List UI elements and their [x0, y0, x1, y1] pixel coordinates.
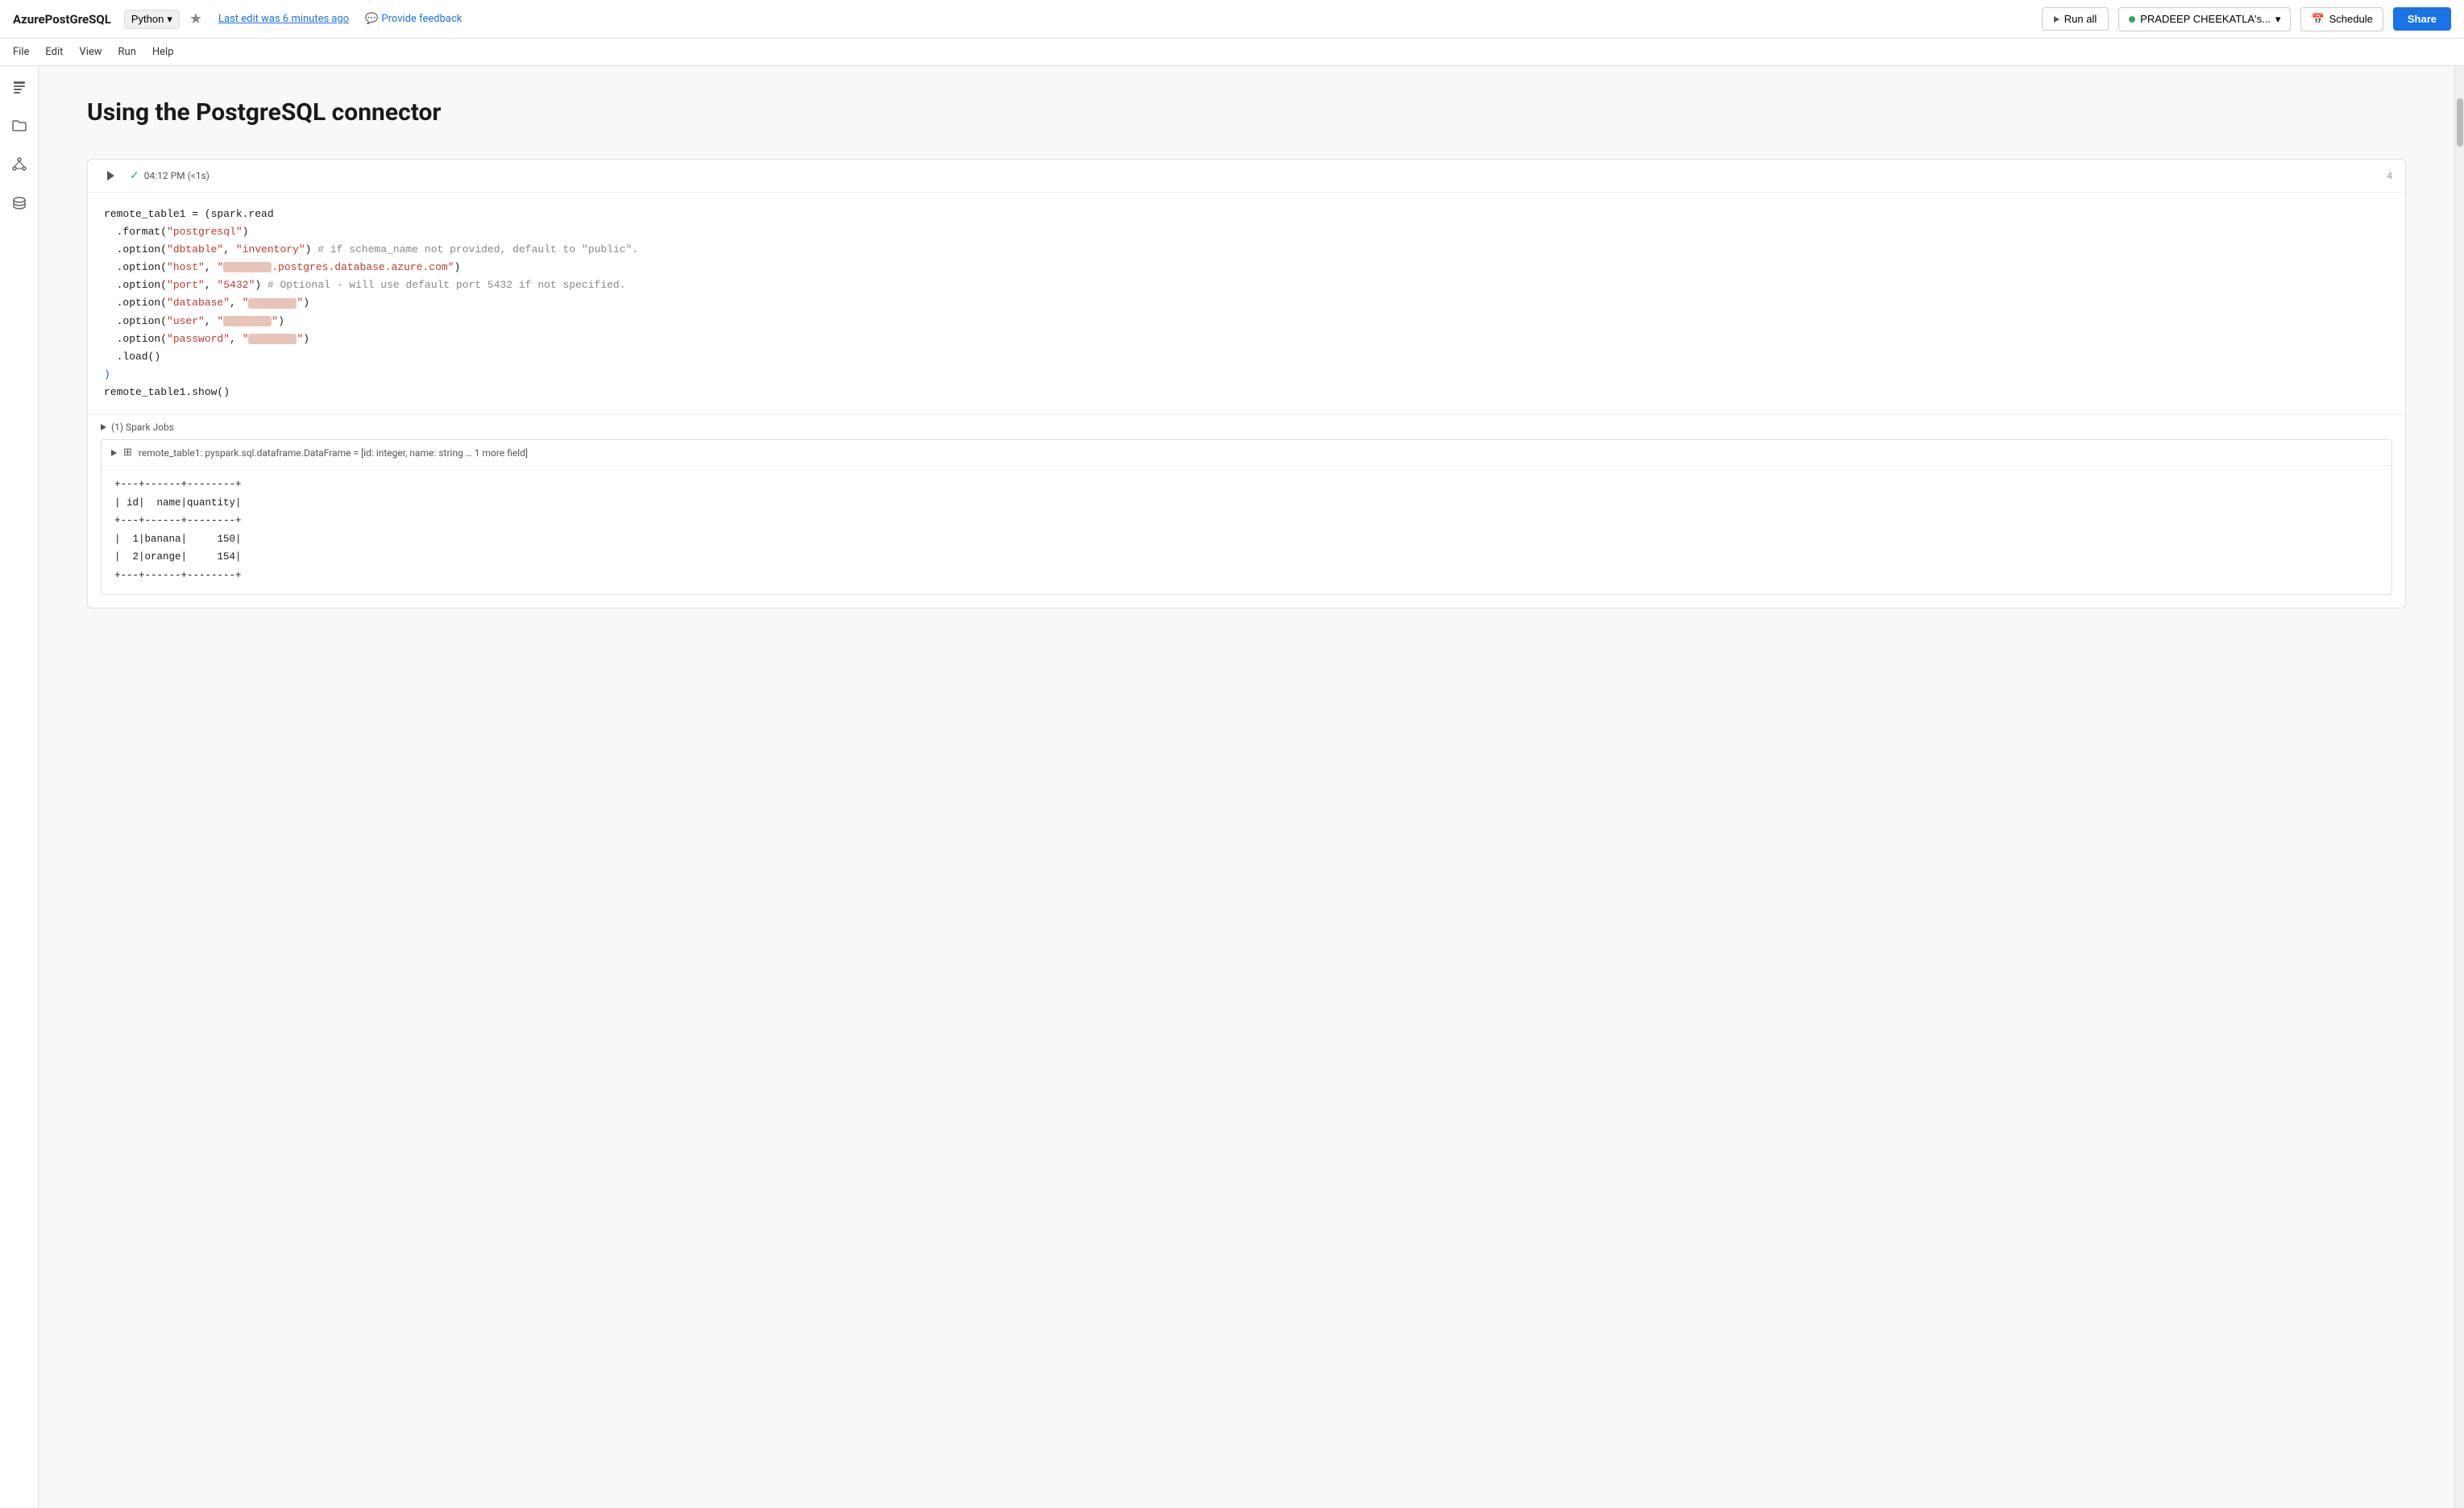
spark-jobs-section[interactable]: (1) Spark Jobs	[88, 414, 2405, 439]
code-line-2: .format("postgresql")	[104, 223, 2389, 241]
run-all-button[interactable]: Run all	[2042, 7, 2109, 31]
cell-status: ✓ 04:12 PM (<1s)	[130, 169, 209, 182]
lang-chevron-icon: ▾	[167, 13, 172, 26]
output-header[interactable]: ⊞ remote_table1: pyspark.sql.dataframe.D…	[102, 440, 2391, 466]
notebook-title: Using the PostgreSQL connector	[87, 98, 2406, 127]
language-label: Python	[131, 13, 164, 25]
left-sidebar	[0, 66, 39, 1508]
main-layout: Using the PostgreSQL connector ✓ 04:12 P…	[0, 66, 2464, 1508]
share-label: Share	[2408, 13, 2437, 25]
code-line-6: .option("database", " ")	[104, 294, 2389, 312]
user-name-label: PRADEEP CHEEKATLA's...	[2140, 13, 2271, 25]
code-cell: ✓ 04:12 PM (<1s) 4 remote_table1 = (spar…	[87, 159, 2406, 609]
code-line-4: .option("host", " .postgres.database.azu…	[104, 259, 2389, 276]
schedule-label: Schedule	[2329, 13, 2373, 25]
sidebar-folder-icon[interactable]	[8, 114, 31, 137]
sidebar-cluster-icon[interactable]	[8, 153, 31, 176]
menu-view[interactable]: View	[79, 46, 102, 58]
cell-header: ✓ 04:12 PM (<1s) 4	[88, 160, 2405, 193]
user-status-dot	[2129, 16, 2135, 23]
spark-jobs-label: (1) Spark Jobs	[111, 422, 174, 433]
output-cell: ⊞ remote_table1: pyspark.sql.dataframe.D…	[101, 439, 2392, 595]
output-header-text: remote_table1: pyspark.sql.dataframe.Dat…	[139, 447, 528, 459]
table-icon: ⊞	[123, 447, 132, 459]
calendar-icon: 📅	[2311, 13, 2324, 26]
schedule-button[interactable]: 📅 Schedule	[2300, 7, 2383, 31]
feedback-label: Provide feedback	[381, 13, 462, 25]
app-title: AzurePostGreSQL	[13, 12, 111, 27]
code-line-9: .load()	[104, 348, 2389, 366]
menu-help[interactable]: Help	[152, 46, 174, 58]
user-chevron-icon: ▾	[2275, 13, 2281, 26]
play-icon	[2054, 16, 2060, 23]
menu-run[interactable]: Run	[118, 46, 136, 58]
code-line-1: remote_table1 = (spark.read	[104, 206, 2389, 223]
play-triangle-icon	[107, 171, 114, 181]
output-table: +---+------+--------+ | id| name|quantit…	[102, 466, 2391, 594]
scroll-thumb[interactable]	[2457, 98, 2463, 147]
speech-bubble-icon: 💬	[365, 13, 378, 25]
feedback-button[interactable]: 💬 Provide feedback	[365, 13, 462, 25]
output-expand-icon	[111, 450, 117, 456]
share-button[interactable]: Share	[2393, 7, 2451, 31]
code-line-8: .option("password", " ")	[104, 330, 2389, 348]
code-line-10: )	[104, 366, 2389, 384]
content-area: Using the PostgreSQL connector ✓ 04:12 P…	[39, 66, 2454, 1508]
run-all-label: Run all	[2064, 13, 2097, 25]
sidebar-data-icon[interactable]	[8, 192, 31, 214]
language-selector[interactable]: Python ▾	[124, 10, 180, 29]
code-block[interactable]: remote_table1 = (spark.read .format("pos…	[88, 193, 2405, 414]
sidebar-notebooks-icon[interactable]	[8, 76, 31, 98]
star-icon[interactable]: ★	[189, 10, 202, 27]
code-line-3: .option("dbtable", "inventory") # if sch…	[104, 241, 2389, 259]
check-icon: ✓	[130, 169, 139, 182]
user-menu-button[interactable]: PRADEEP CHEEKATLA's... ▾	[2118, 7, 2291, 31]
menu-edit[interactable]: Edit	[45, 46, 63, 58]
right-scrollbar[interactable]	[2454, 66, 2464, 1508]
spark-jobs-arrow-icon	[101, 424, 106, 430]
cell-number: 4	[2387, 170, 2392, 181]
cell-run-button[interactable]	[101, 166, 120, 185]
menu-file[interactable]: File	[13, 46, 29, 58]
code-line-7: .option("user", " ")	[104, 313, 2389, 330]
code-line-5: .option("port", "5432") # Optional - wil…	[104, 276, 2389, 294]
top-nav: AzurePostGreSQL Python ▾ ★ Last edit was…	[0, 0, 2464, 39]
edit-info[interactable]: Last edit was 6 minutes ago	[218, 13, 349, 25]
code-line-11: remote_table1.show()	[104, 384, 2389, 401]
cell-execution-time: 04:12 PM (<1s)	[144, 170, 209, 181]
menu-bar: File Edit View Run Help	[0, 39, 2464, 66]
